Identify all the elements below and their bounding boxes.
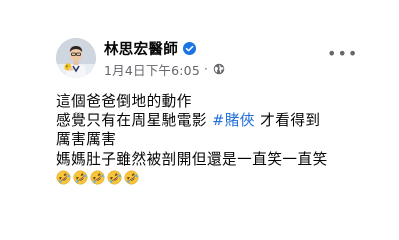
post-header: 林思宏醫師 1月4日下午6:05 ·: [56, 38, 225, 78]
author-row: 林思宏醫師: [104, 38, 225, 58]
globe-icon[interactable]: [213, 63, 225, 75]
avatar-photo-icon: [56, 38, 96, 78]
verified-badge-icon: [183, 41, 196, 55]
rolling-on-floor-laughing-icon: [56, 170, 71, 185]
rolling-on-floor-laughing-icon: [73, 170, 88, 185]
post-line-1: 這個爸爸倒地的動作: [56, 93, 192, 110]
post-line-3: 厲害厲害: [56, 131, 117, 149]
hashtag-link[interactable]: #賭俠: [212, 112, 255, 129]
timestamp-row: 1月4日下午6:05 ·: [104, 60, 225, 78]
post-line-2: 感覺只有在周星馳電影 #賭俠 才看得到: [56, 111, 376, 130]
rolling-on-floor-laughing-icon: [90, 170, 105, 185]
post-line-2-suffix: 才看得到: [255, 112, 321, 130]
post-card: 林思宏醫師 1月4日下午6:05 · ••• 這個爸爸倒地的動作 感覺只有在周星…: [0, 0, 399, 240]
post-timestamp[interactable]: 1月4日下午6:05: [104, 60, 200, 79]
author-avatar[interactable]: [56, 38, 96, 78]
rolling-on-floor-laughing-icon: [107, 170, 122, 185]
separator-dot: ·: [203, 62, 208, 76]
post-line-2-prefix: 感覺只有在周星馳電影: [56, 112, 213, 130]
post-body: 這個爸爸倒地的動作 感覺只有在周星馳電影 #賭俠 才看得到 厲害厲害 媽媽肚子雖…: [56, 92, 376, 185]
post-meta: 林思宏醫師 1月4日下午6:05 ·: [104, 38, 225, 78]
emoji-row: [56, 170, 376, 185]
post-line-4: 媽媽肚子雖然被剖開但還是一直笑一直笑: [56, 150, 328, 168]
rolling-on-floor-laughing-icon: [124, 170, 139, 185]
more-options-icon[interactable]: •••: [327, 44, 358, 63]
author-name[interactable]: 林思宏醫師: [104, 38, 178, 59]
